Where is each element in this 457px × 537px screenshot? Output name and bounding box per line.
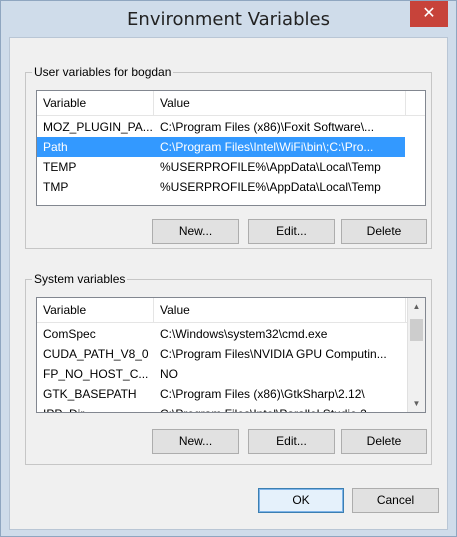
row-value: NO	[160, 367, 178, 381]
user-variables-list[interactable]: Variable Value MOZ_PLUGIN_PA... C:\Progr…	[36, 90, 426, 206]
table-row[interactable]: CUDA_PATH_V8_0 C:\Program Files\NVIDIA G…	[37, 344, 408, 364]
table-row[interactable]: MOZ_PLUGIN_PA... C:\Program Files (x86)\…	[37, 117, 425, 137]
row-value: C:\Program Files (x86)\GtkSharp\2.12\	[160, 387, 365, 401]
column-header-value[interactable]: Value	[154, 91, 406, 115]
table-row[interactable]: TEMP %USERPROFILE%\AppData\Local\Temp	[37, 157, 425, 177]
scroll-up-arrow-icon[interactable]: ▲	[408, 298, 425, 315]
system-delete-button[interactable]: Delete	[341, 429, 427, 454]
dialog-client-area: User variables for bogdan Variable Value…	[9, 37, 448, 530]
table-row[interactable]: TMP %USERPROFILE%\AppData\Local\Temp	[37, 177, 425, 197]
row-value: C:\Program Files (x86)\Foxit Software\..…	[160, 120, 375, 134]
row-value: C:\Program Files\Intel\WiFi\bin\;C:\Pro.…	[160, 140, 374, 154]
system-edit-button[interactable]: Edit...	[248, 429, 335, 454]
ok-button[interactable]: OK	[258, 488, 344, 513]
row-variable: MOZ_PLUGIN_PA...	[43, 120, 153, 134]
row-value: %USERPROFILE%\AppData\Local\Temp	[160, 180, 381, 194]
row-variable: ComSpec	[43, 327, 96, 341]
user-variables-label: User variables for bogdan	[32, 65, 174, 79]
window-title: Environment Variables	[127, 9, 330, 30]
cancel-button[interactable]: Cancel	[352, 488, 439, 513]
user-delete-button[interactable]: Delete	[341, 219, 427, 244]
row-variable: GTK_BASEPATH	[43, 387, 137, 401]
table-row[interactable]: IPP_Dir C:\Program Files\Intel\Parallel …	[37, 404, 408, 412]
list-header: Variable Value	[37, 91, 425, 116]
table-row[interactable]: FP_NO_HOST_C... NO	[37, 364, 408, 384]
column-header-filler	[406, 91, 425, 115]
row-variable: TMP	[43, 180, 69, 194]
column-header-variable[interactable]: Variable	[37, 91, 154, 115]
user-edit-button[interactable]: Edit...	[248, 219, 335, 244]
row-variable: FP_NO_HOST_C...	[43, 367, 149, 381]
scroll-thumb[interactable]	[410, 319, 423, 341]
user-new-button[interactable]: New...	[152, 219, 239, 244]
system-variables-label: System variables	[32, 272, 128, 286]
list-header: Variable Value	[37, 298, 425, 323]
table-row[interactable]: GTK_BASEPATH C:\Program Files (x86)\GtkS…	[37, 384, 408, 404]
system-list-scrollbar[interactable]: ▲ ▼	[407, 298, 425, 412]
row-variable: TEMP	[43, 160, 77, 174]
table-row-selected[interactable]: Path C:\Program Files\Intel\WiFi\bin\;C:…	[37, 137, 405, 157]
row-variable: Path	[43, 140, 68, 154]
environment-variables-dialog: Environment Variables ✕ User variables f…	[0, 0, 457, 537]
row-value: %USERPROFILE%\AppData\Local\Temp	[160, 160, 381, 174]
title-bar[interactable]: Environment Variables ✕	[1, 1, 456, 37]
row-value: C:\Windows\system32\cmd.exe	[160, 327, 328, 341]
table-row[interactable]: ComSpec C:\Windows\system32\cmd.exe	[37, 324, 408, 344]
system-variables-list[interactable]: Variable Value ComSpec C:\Windows\system…	[36, 297, 426, 413]
row-variable: IPP_Dir	[37, 404, 154, 412]
system-variables-group: System variables Variable Value ComSpec …	[25, 272, 432, 465]
row-variable: CUDA_PATH_V8_0	[43, 347, 149, 361]
close-icon: ✕	[422, 5, 436, 22]
close-button[interactable]: ✕	[410, 1, 448, 27]
row-value: C:\Program Files\Intel\Parallel Studio 2…	[154, 404, 406, 412]
column-header-variable[interactable]: Variable	[37, 298, 154, 322]
system-new-button[interactable]: New...	[152, 429, 239, 454]
user-variables-group: User variables for bogdan Variable Value…	[25, 65, 432, 249]
row-value: C:\Program Files\NVIDIA GPU Computin...	[160, 347, 387, 361]
column-header-value[interactable]: Value	[154, 298, 406, 322]
scroll-down-arrow-icon[interactable]: ▼	[408, 395, 425, 412]
